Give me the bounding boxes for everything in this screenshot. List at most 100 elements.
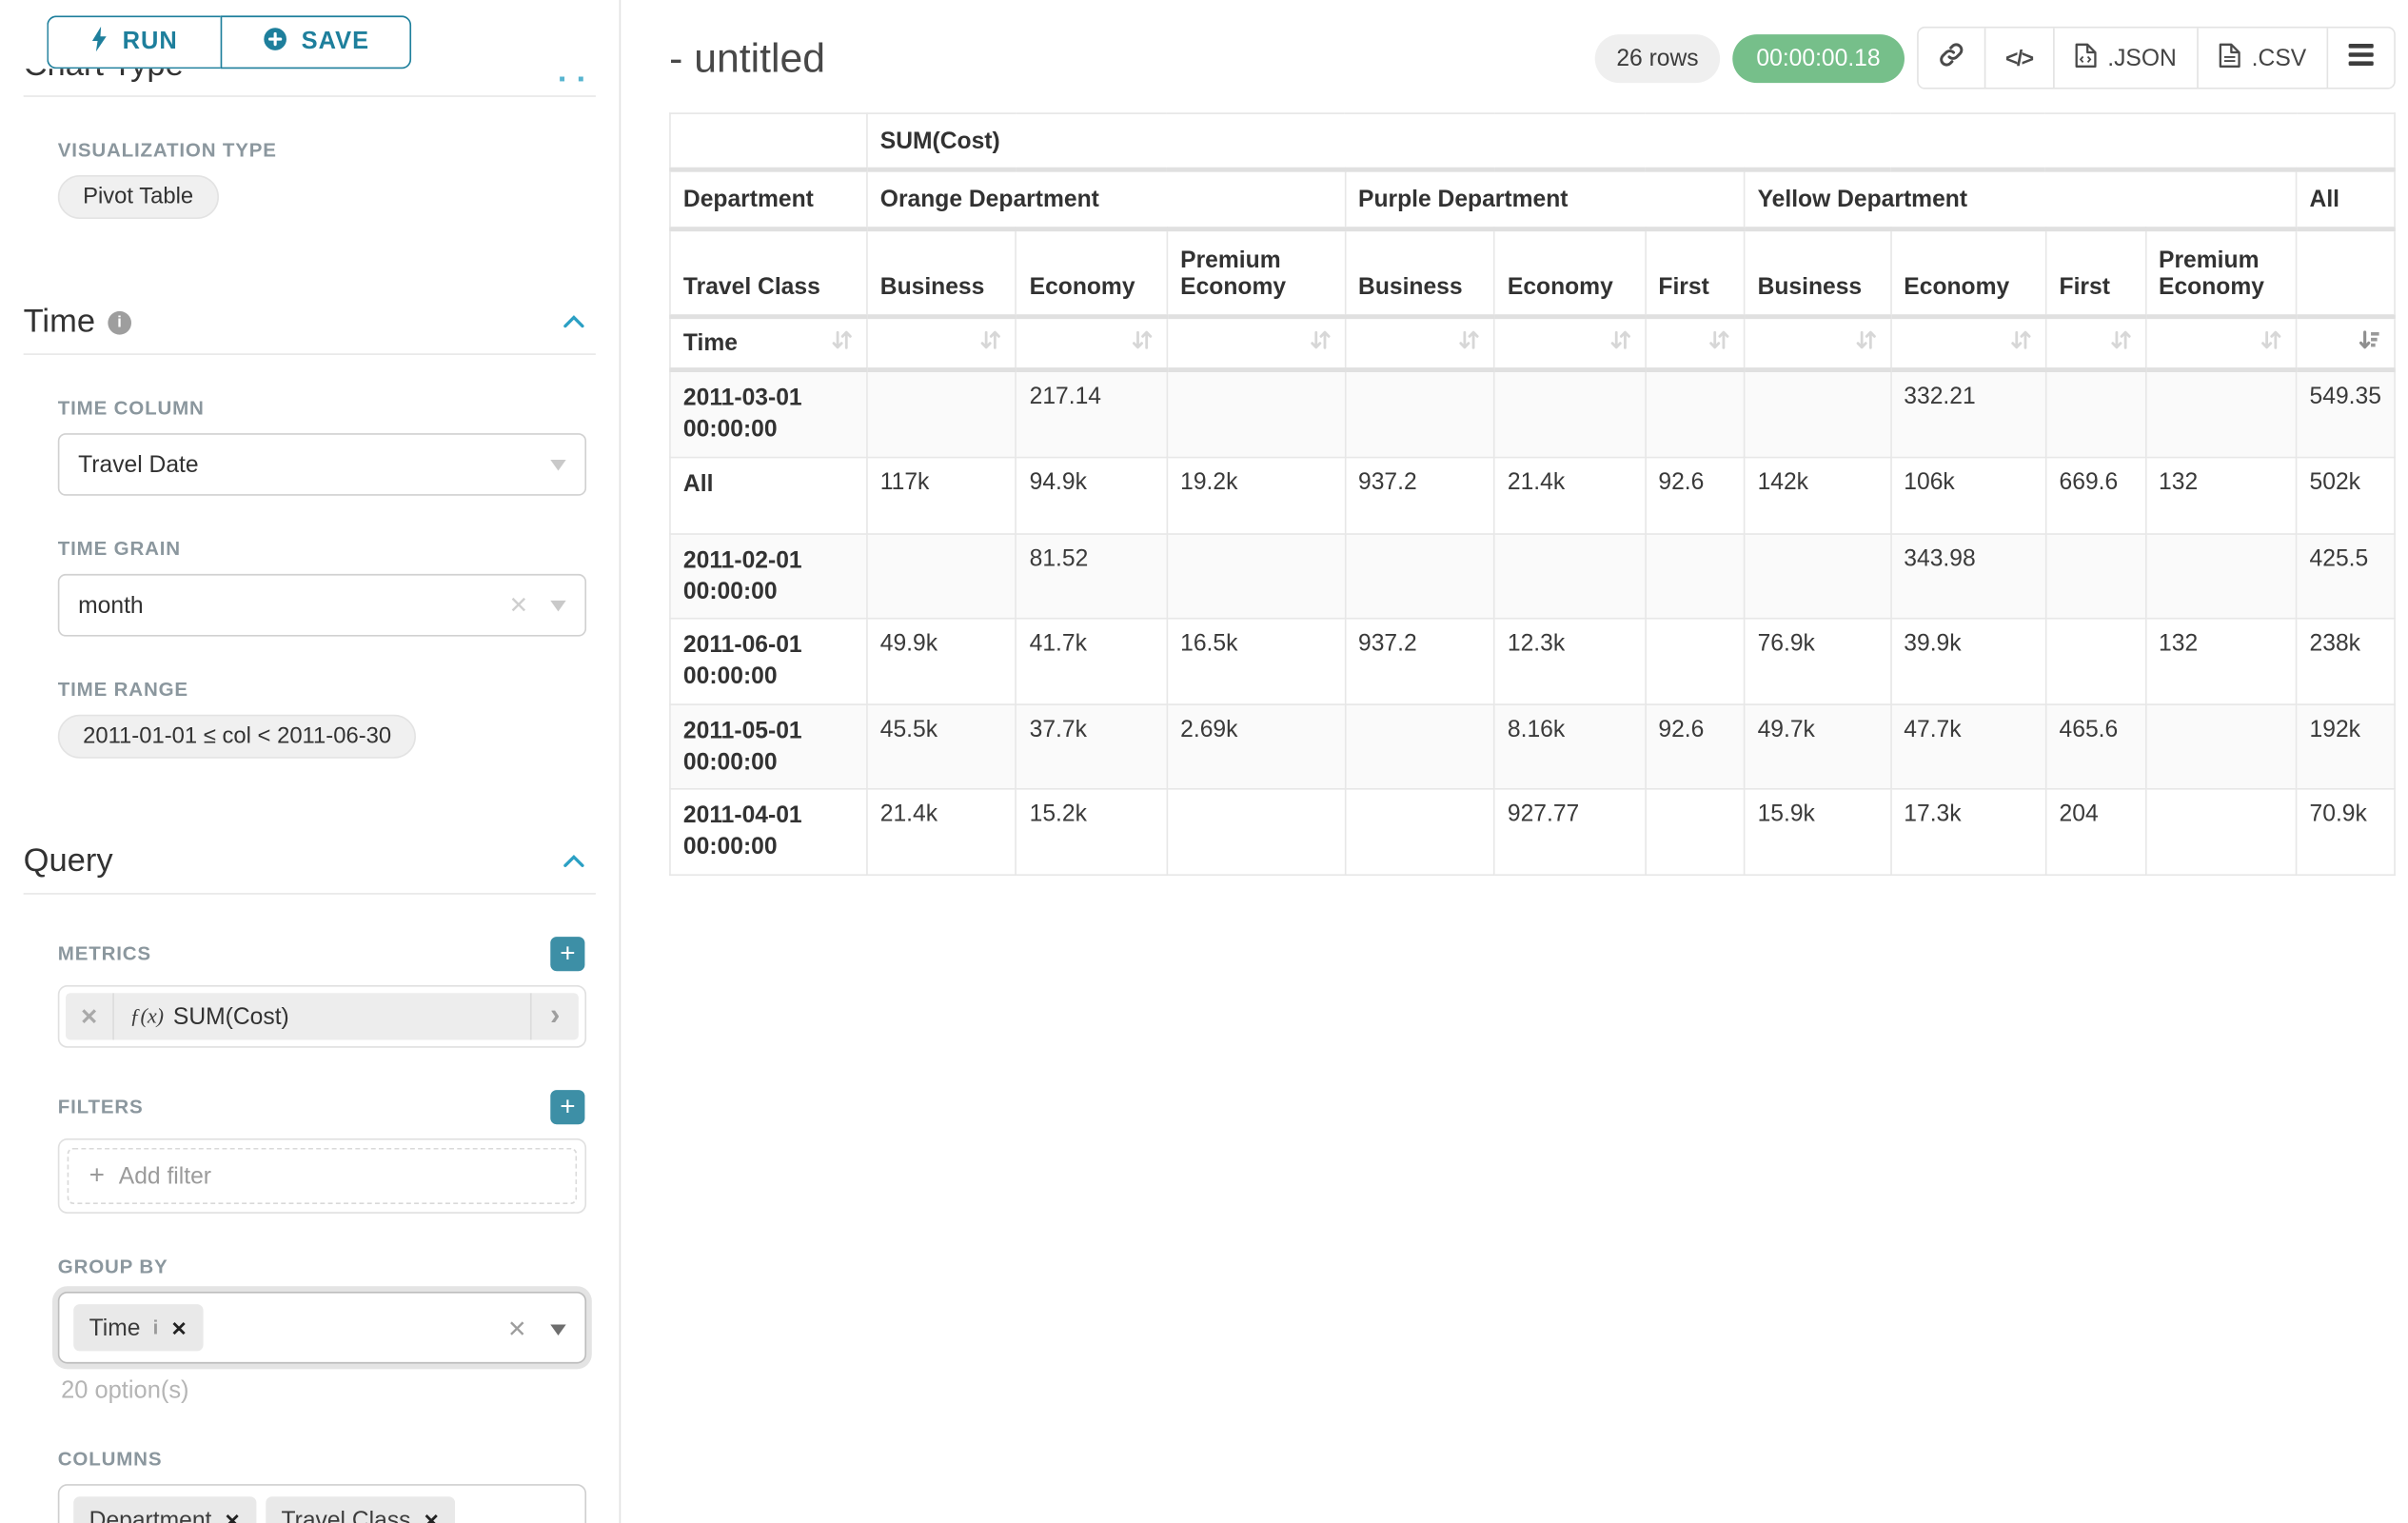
table-cell: 937.2 [1345,619,1494,704]
time-range-value[interactable]: 2011-01-01 ≤ col < 2011-06-30 [58,715,417,759]
add-metric-button[interactable]: + [550,937,584,971]
table-row: 2011-05-01 00:00:0045.5k37.7k2.69k8.16k9… [670,703,2395,789]
chevron-up-icon[interactable] [563,308,584,337]
columns-chip[interactable]: Travel Class ✕ [266,1496,455,1523]
chart-type-section-title: Chart Type [24,69,184,83]
table-cell: 37.7k [1016,703,1168,789]
table-cell: 92.6 [1645,457,1744,533]
sort-arrows-icon[interactable] [2108,328,2132,358]
table-cell: 41.7k [1016,619,1168,704]
metrics-control: ✕ ƒ(x) SUM(Cost) › [58,985,586,1048]
sort-header-cell[interactable] [2046,317,2146,370]
table-cell: 106k [1890,457,2045,533]
row-header: 2011-03-01 00:00:00 [670,370,867,457]
sort-header-cell[interactable] [1494,317,1646,370]
table-cell: 425.5 [2297,533,2395,619]
sort-header-cell[interactable] [1167,317,1345,370]
sort-arrows-icon[interactable] [830,328,854,358]
chevron-up-icon[interactable] [560,76,583,81]
table-cell: 465.6 [2046,703,2146,789]
table-cell: 92.6 [1645,703,1744,789]
add-filter-button[interactable]: + Add filter [68,1148,578,1204]
viz-type-label: VISUALIZATION TYPE [58,139,620,161]
group-by-select[interactable]: Time i ✕ ✕ [58,1292,586,1364]
table-row: 2011-03-01 00:00:00217.14332.21549.35 [670,370,2395,457]
sort-header-cell[interactable] [1345,317,1494,370]
table-cell [1745,370,1891,457]
department-header-row: DepartmentOrange DepartmentPurple Depart… [670,169,2395,228]
chip-label: Time [89,1315,141,1341]
embed-code-button[interactable]: </> [1984,29,2053,88]
chevron-up-icon[interactable] [563,847,584,876]
sort-header-cell[interactable] [1016,317,1168,370]
sort-arrows-icon[interactable] [1854,328,1878,358]
table-cell: 81.52 [1016,533,1168,619]
sort-header-cell-active[interactable] [2297,317,2395,370]
pivot-table: SUM(Cost)DepartmentOrange DepartmentPurp… [669,112,2396,875]
time-range-label: TIME RANGE [58,679,620,701]
table-cell: 343.98 [1890,533,2045,619]
file-csv-icon [2219,42,2240,74]
table-cell: 70.9k [2297,789,2395,875]
explore-view: RUN SAVE Chart Type VISUALIZATION TYPE P… [0,0,2408,1523]
chevron-down-icon [550,600,565,610]
all-column-header: All [2297,169,2395,228]
time-grain-select[interactable]: month ✕ [58,574,586,637]
sort-header-cell[interactable] [867,317,1016,370]
link-icon [1938,42,1963,73]
more-menu-button[interactable] [2327,29,2395,88]
table-cell [1345,789,1494,875]
clear-icon[interactable]: ✕ [509,593,529,617]
divider [24,893,596,895]
sort-arrows-icon[interactable] [2009,328,2033,358]
time-sort-header[interactable]: Time [670,317,867,370]
time-column-select[interactable]: Travel Date [58,433,586,496]
viz-type-value[interactable]: Pivot Table [58,175,219,219]
chevron-right-icon[interactable]: › [530,993,579,1039]
chart-title[interactable]: - untitled [669,33,825,82]
function-icon: ƒ(x) [129,1004,164,1029]
query-section-title: Query [24,842,113,880]
remove-chip-icon[interactable]: ✕ [225,1509,241,1523]
remove-chip-icon[interactable]: ✕ [424,1509,440,1523]
run-button[interactable]: RUN [47,15,220,69]
sort-arrows-icon[interactable] [1131,328,1155,358]
time-column-value: Travel Date [78,451,198,478]
add-filter-plus-button[interactable]: + [550,1090,584,1124]
sort-header-cell[interactable] [1890,317,2045,370]
remove-chip-icon[interactable]: ✕ [171,1315,188,1339]
sort-arrows-icon[interactable] [1609,328,1632,358]
table-cell [1494,533,1646,619]
clear-icon[interactable]: ✕ [507,1517,527,1523]
table-cell: 49.7k [1745,703,1891,789]
export-json-button[interactable]: .JSON [2053,29,2197,88]
group-by-chip[interactable]: Time i ✕ [73,1304,203,1351]
sort-header-row: Time [670,317,2395,370]
query-timer-badge: 00:00:00.18 [1733,33,1904,82]
table-cell: 19.2k [1167,457,1345,533]
department-group-header: Yellow Department [1745,169,2297,228]
sort-descending-icon[interactable] [2358,328,2381,358]
sort-arrows-icon[interactable] [1457,328,1481,358]
sort-header-cell[interactable] [1645,317,1744,370]
columns-chip[interactable]: Department ✕ [73,1496,256,1523]
sort-arrows-icon[interactable] [1707,328,1731,358]
metric-chip[interactable]: ✕ ƒ(x) SUM(Cost) › [66,993,579,1039]
export-csv-button[interactable]: .CSV [2197,29,2326,88]
export-csv-label: .CSV [2252,45,2307,71]
sort-arrows-icon[interactable] [1308,328,1332,358]
columns-select[interactable]: Department ✕ Travel Class ✕ ✕ [58,1484,586,1523]
share-link-button[interactable] [1918,29,1984,88]
sort-header-cell[interactable] [2145,317,2297,370]
table-cell: 8.16k [1494,703,1646,789]
sort-arrows-icon[interactable] [979,328,1003,358]
table-cell: 117k [867,457,1016,533]
table-row: 2011-04-01 00:00:0021.4k15.2k927.7715.9k… [670,789,2395,875]
chevron-down-icon [550,1324,565,1335]
save-button[interactable]: SAVE [221,15,411,69]
clear-icon[interactable]: ✕ [507,1315,527,1344]
sort-header-cell[interactable] [1745,317,1891,370]
sort-arrows-icon[interactable] [2260,328,2283,358]
all-column-subheader [2297,229,2395,317]
remove-metric-icon[interactable]: ✕ [66,993,114,1039]
